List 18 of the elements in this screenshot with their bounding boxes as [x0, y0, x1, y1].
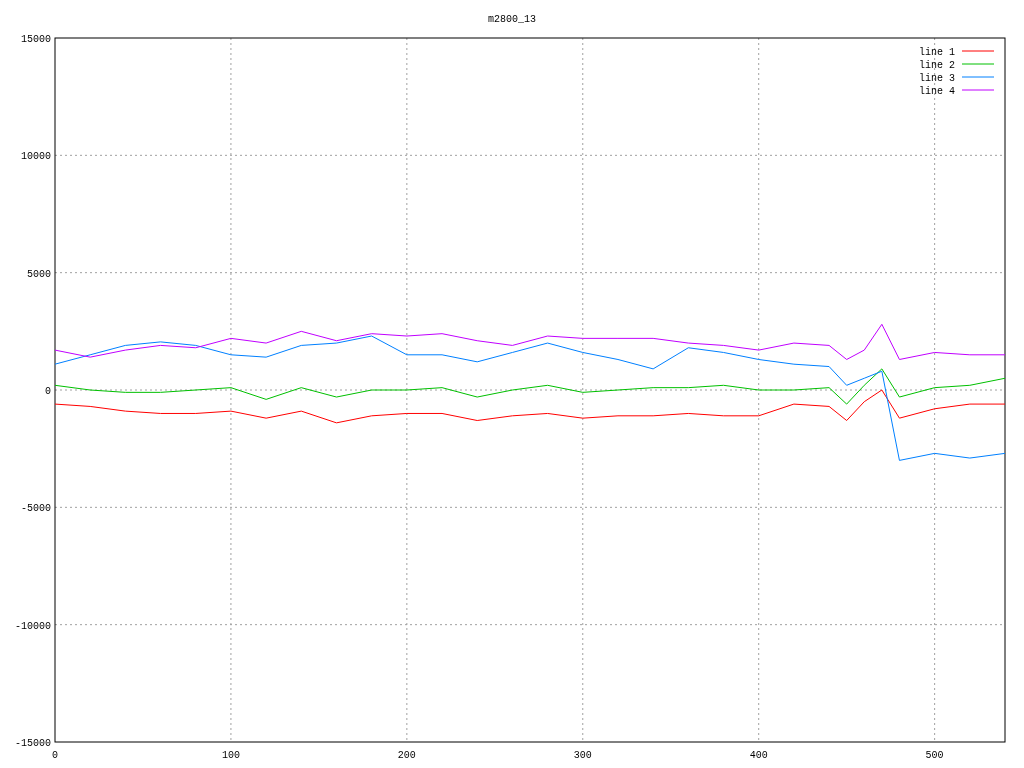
- legend-label: line 1: [919, 46, 955, 58]
- x-tick-label: 100: [221, 750, 240, 761]
- x-tick-label: 300: [573, 750, 592, 761]
- y-tick-label: -15000: [15, 738, 51, 749]
- x-tick-label: 400: [749, 750, 768, 761]
- y-tick-label: 5000: [27, 268, 51, 280]
- y-tick-label: 10000: [21, 151, 51, 163]
- y-tick-label: -5000: [21, 503, 51, 515]
- chart-title: m2800_13: [488, 14, 536, 25]
- y-tick-label: 0: [45, 386, 51, 397]
- x-tick-label: 200: [397, 750, 416, 761]
- y-tick-label: 15000: [21, 34, 51, 45]
- legend-label: line 3: [919, 72, 955, 84]
- x-tick-label: 500: [925, 750, 944, 761]
- legend-label: line 2: [919, 59, 955, 71]
- x-tick-label: 0: [52, 750, 58, 761]
- legend-label: line 4: [919, 85, 955, 97]
- y-tick-label: -10000: [15, 620, 51, 632]
